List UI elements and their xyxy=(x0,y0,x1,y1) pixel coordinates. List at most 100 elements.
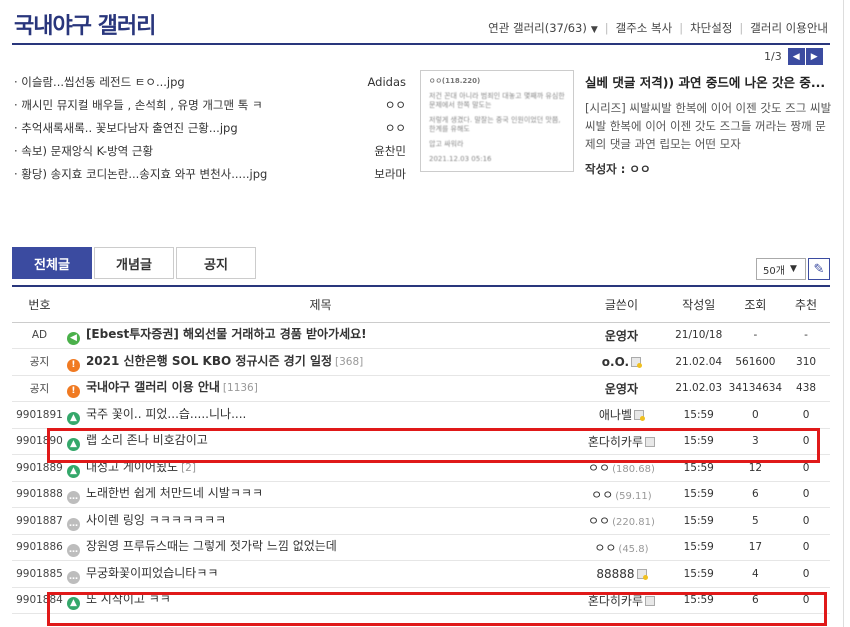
post-recommend: 310 xyxy=(782,348,830,376)
featured-title[interactable]: · 추억새록새록.. 꽃보다남자 출연진 근황...jpg xyxy=(14,120,358,136)
featured-title[interactable]: · 황당) 송지효 코디논란...송지효 와꾸 변천사.....jpg xyxy=(14,166,358,182)
article-author: 작성자 : ㅇㅇ xyxy=(585,161,833,177)
col-date: 작성일 xyxy=(668,287,729,323)
featured-item[interactable]: · 이슬람...씹선동 레전드 ㅌㅇ...jpg Adidas xyxy=(14,70,406,93)
post-title[interactable]: [Ebest투자증권] 해외선물 거래하고 경품 받아가세요! xyxy=(86,327,367,341)
post-views: 17 xyxy=(728,534,783,561)
post-writer[interactable]: 88888 xyxy=(574,560,669,588)
featured-author: ㅇㅇ xyxy=(384,120,406,135)
post-subject[interactable]: ◀ [Ebest투자증권] 해외선물 거래하고 경품 받아가세요! xyxy=(66,322,575,349)
post-recommend: 0 xyxy=(782,401,830,429)
article-summary[interactable]: [시리즈] 씨발씨발 한복에 이어 이젠 갓도 즈그 씨발씨발 한복에 이어 이… xyxy=(585,99,833,153)
post-writer[interactable]: 운영자 xyxy=(574,322,669,349)
post-title[interactable]: 무궁화꽃이피었습니타ㅋㅋ xyxy=(86,566,218,580)
related-gallery-link[interactable]: 연관 갤러리(37/63) ▼ xyxy=(488,20,598,36)
post-title[interactable]: 2021 신한은행 SOL KBO 정규시즌 경기 일정 xyxy=(86,354,332,368)
prev-arrow-icon[interactable]: ◀ xyxy=(787,48,805,65)
writer-name: o.O. xyxy=(601,354,630,369)
post-writer[interactable]: ㅇㅇ (220.81) xyxy=(574,507,669,535)
post-writer[interactable]: ㅇㅇ (45.8) xyxy=(574,534,669,561)
tab-all[interactable]: 전체글 xyxy=(12,247,92,279)
col-recommend: 추천 xyxy=(782,287,830,323)
post-writer[interactable]: 애나벨 xyxy=(574,401,669,429)
post-subject[interactable]: … 노래한번 쉽게 처만드네 시발ㅋㅋㅋ xyxy=(66,481,575,508)
post-recommend: 0 xyxy=(782,534,830,561)
table-row[interactable]: 9901885… 무궁화꽃이피었습니타ㅋㅋ 88888 15:59 4 0 xyxy=(12,560,830,588)
article-thumbnail[interactable]: ㅇㅇ(118.220) 저건 꼰대 아니라 범죄인 대놓고 몇째까 유심한 문제… xyxy=(420,70,574,172)
top-nav: 연관 갤러리(37/63) ▼ | 갤주소 복사 | 차단설정 | 갤러리 이용안… xyxy=(488,20,828,36)
featured-title[interactable]: · 깨시민 뮤지컬 배우들 , 손석희 , 유명 개그맨 톡 ㅋ xyxy=(14,97,358,113)
post-recommend: 0 xyxy=(782,507,830,535)
writer-ip: (59.11) xyxy=(615,490,652,502)
featured-item[interactable]: · 속보) 문재앙식 K-방역 근황 윤찬민 xyxy=(14,139,406,162)
featured-item[interactable]: · 황당) 송지효 코디논란...송지효 와꾸 변천사.....jpg 보라마 xyxy=(14,162,406,185)
txt-icon: … xyxy=(66,570,80,584)
table-row[interactable]: 9901886… 장원영 프루듀스때는 그렇게 젓가락 느낌 없었는데 ㅇㅇ (45.… xyxy=(12,534,830,561)
table-row[interactable]: 공지! 국내야구 갤러리 이용 안내 [1136] 운영자 21.02.03 341346… xyxy=(12,375,830,402)
post-number: 공지 xyxy=(12,348,67,376)
txt-icon: … xyxy=(66,491,80,505)
featured-list: · 이슬람...씹선동 레전드 ㅌㅇ...jpg Adidas · 깨시민 뮤지컬… xyxy=(14,70,406,185)
caret-down-icon: ▼ xyxy=(789,264,797,274)
post-number: 9901888 xyxy=(12,481,67,508)
featured-author: ㅇㅇ xyxy=(384,97,406,112)
post-subject[interactable]: ! 국내야구 갤러리 이용 안내 [1136] xyxy=(66,375,575,402)
writer-name: ㅇㅇ xyxy=(587,461,611,476)
comment-count[interactable]: [2] xyxy=(181,462,196,474)
post-date: 15:59 xyxy=(668,401,729,429)
post-number: 9901887 xyxy=(12,507,67,535)
post-title[interactable]: 노래한번 쉽게 처만드네 시발ㅋㅋㅋ xyxy=(86,486,263,500)
comment-count[interactable]: [1136] xyxy=(223,382,258,394)
comment-count[interactable]: [368] xyxy=(335,356,363,368)
post-subject[interactable]: … 장원영 프루듀스때는 그렇게 젓가락 느낌 없었는데 xyxy=(66,534,575,561)
thumbnail-text: 압고 싸워라 xyxy=(429,140,464,148)
featured-title[interactable]: · 속보) 문재앙식 K-방역 근황 xyxy=(14,143,358,159)
gallery-title[interactable]: 국내야구 갤러리 xyxy=(14,8,156,40)
post-title[interactable]: 국내야구 갤러리 이용 안내 xyxy=(86,380,220,394)
post-subject[interactable]: … 무궁화꽃이피었습니타ㅋㅋ xyxy=(66,560,575,588)
writer-name: 애나벨 xyxy=(598,408,632,423)
col-number: 번호 xyxy=(12,287,67,323)
list-size-select[interactable]: 50개 ▼ xyxy=(756,258,806,280)
tab-concept[interactable]: 개념글 xyxy=(94,247,174,279)
post-views: 0 xyxy=(728,401,783,429)
featured-item[interactable]: · 깨시민 뮤지컬 배우들 , 손석희 , 유명 개그맨 톡 ㅋ ㅇㅇ xyxy=(14,93,406,116)
article-headline[interactable]: 실베 댓글 저격)) 과연 중드에 나온 갓은 중... xyxy=(585,72,833,91)
featured-title[interactable]: · 이슬람...씹선동 레전드 ㅌㅇ...jpg xyxy=(14,74,358,90)
list-size-value: 50개 xyxy=(763,265,785,277)
post-number: 공지 xyxy=(12,375,67,402)
writer-name: 운영자 xyxy=(604,328,638,343)
writer-ip: (180.68) xyxy=(612,464,655,476)
next-arrow-icon[interactable]: ▶ xyxy=(805,48,823,65)
post-rows: AD ◀ [Ebest투자증권] 해외선물 거래하고 경품 받아가세요! 운영자 21/… xyxy=(12,322,830,614)
table-row[interactable]: 공지! 2021 신한은행 SOL KBO 정규시즌 경기 일정 [368] o.O.… xyxy=(12,348,830,376)
writer-name: ㅇㅇ xyxy=(594,540,617,555)
right-scroll-edge xyxy=(843,0,850,627)
copy-url-link[interactable]: 갤주소 복사 xyxy=(616,20,673,36)
post-recommend: 0 xyxy=(782,560,830,588)
post-recommend: 438 xyxy=(782,375,830,402)
post-views: 561600 xyxy=(728,348,783,376)
tab-notice[interactable]: 공지 xyxy=(176,247,256,279)
table-row[interactable]: AD ◀ [Ebest투자증권] 해외선물 거래하고 경품 받아가세요! 운영자 21/… xyxy=(12,322,830,349)
post-title[interactable]: 장원영 프루듀스때는 그렇게 젓가락 느낌 없었는데 xyxy=(86,539,337,553)
table-row[interactable]: 9901888… 노래한번 쉽게 처만드네 시발ㅋㅋㅋ ㅇㅇ (59.11) 15:59… xyxy=(12,481,830,508)
gallery-guide-link[interactable]: 갤러리 이용안내 xyxy=(750,20,828,36)
table-row[interactable]: 9901887… 사이렌 링잉 ㅋㅋㅋㅋㅋㅋㅋ ㅇㅇ (220.81) 15:59 5 0 xyxy=(12,507,830,535)
table-row[interactable]: 9901891 ▲ 국주 꽃이.. 피었...습.....니나.... 애나벨 15:5… xyxy=(12,401,830,429)
user-badge-icon xyxy=(633,410,645,422)
post-title[interactable]: 국주 꽃이.. 피었...습.....니나.... xyxy=(86,407,246,421)
post-writer[interactable]: 운영자 xyxy=(574,375,669,402)
write-pencil-icon[interactable]: ✎ xyxy=(808,258,830,280)
post-writer[interactable]: ㅇㅇ (59.11) xyxy=(574,481,669,508)
featured-author: 보라마 xyxy=(374,166,406,181)
featured-article: 실베 댓글 저격)) 과연 중드에 나온 갓은 중... [시리즈] 씨발씨발 … xyxy=(585,72,833,177)
post-subject[interactable]: ▲ 국주 꽃이.. 피었...습.....니나.... xyxy=(66,401,575,429)
post-subject[interactable]: ! 2021 신한은행 SOL KBO 정규시즌 경기 일정 [368] xyxy=(66,348,575,376)
post-writer[interactable]: o.O. xyxy=(574,348,669,376)
post-subject[interactable]: … 사이렌 링잉 ㅋㅋㅋㅋㅋㅋㅋ xyxy=(66,507,575,535)
featured-item[interactable]: · 추억새록새록.. 꽃보다남자 출연진 근황...jpg ㅇㅇ xyxy=(14,116,406,139)
post-views: 34134634 xyxy=(728,375,783,402)
block-settings-link[interactable]: 차단설정 xyxy=(690,20,732,36)
post-title[interactable]: 사이렌 링잉 ㅋㅋㅋㅋㅋㅋㅋ xyxy=(86,513,226,527)
